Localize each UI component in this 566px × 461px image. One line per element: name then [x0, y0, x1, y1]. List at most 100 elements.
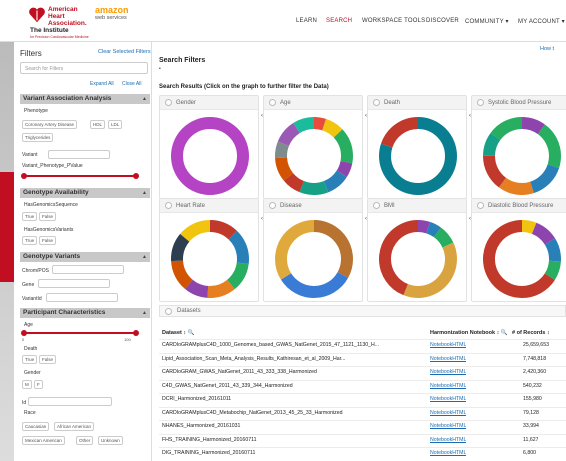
chart-panel-heart-rate[interactable]: Heart Rate ‹	[159, 198, 263, 302]
dataset-name-cell: CARDIoGRAMplusC4D_Metabochip_NatGenet_20…	[162, 409, 343, 416]
col-records-header[interactable]: # of Records ↕	[512, 330, 550, 336]
nav-search[interactable]: SEARCH	[326, 18, 352, 24]
chip-race-caucasian[interactable]: Caucasian	[22, 422, 50, 431]
nav-learn[interactable]: LEARN	[296, 18, 317, 24]
donut-segment[interactable]	[171, 117, 249, 195]
chip-var-true[interactable]: True	[22, 236, 38, 245]
donut-chart[interactable]	[376, 115, 460, 197]
variant-input[interactable]	[48, 150, 110, 159]
clear-selected-filters-link[interactable]: Clear Selected Filters	[98, 49, 151, 55]
table-row[interactable]: Lipid_Association_Scan_Meta_Analysis_Res…	[159, 355, 566, 366]
panel-toggle-icon[interactable]	[269, 99, 276, 106]
col-dataset-header[interactable]: Dataset ↕ 🔍	[162, 330, 195, 336]
donut-chart[interactable]	[168, 218, 252, 300]
notebook-html-link[interactable]: NotebookHTML	[430, 396, 466, 402]
panel-toggle-icon[interactable]	[165, 99, 172, 106]
nav-community[interactable]: COMMUNITY ▾	[465, 18, 509, 25]
panel-toggle-icon[interactable]	[477, 202, 484, 209]
notebook-html-link[interactable]: NotebookHTML	[430, 437, 466, 443]
col-notebook-header[interactable]: Harmonization Notebook ↕ 🔍	[430, 330, 508, 336]
chart-panel-age[interactable]: Age ‹	[263, 95, 367, 199]
age-slider-min-handle[interactable]	[21, 330, 27, 336]
donut-chart[interactable]	[272, 218, 356, 300]
chip-death-false[interactable]: False	[39, 355, 57, 364]
donut-chart[interactable]	[272, 115, 356, 197]
variant-id-input[interactable]	[46, 293, 118, 302]
notebook-html-link[interactable]: NotebookHTML	[430, 369, 466, 375]
nav-discover[interactable]: DISCOVER	[426, 18, 459, 24]
chip-seq-false[interactable]: False	[39, 212, 57, 221]
chart-panel-diastolic-blood-pressure[interactable]: Diastolic Blood Pressure‹	[471, 198, 566, 302]
chip-gender-m[interactable]: M	[22, 380, 32, 389]
notebook-html-link[interactable]: NotebookHTML	[430, 423, 466, 429]
nav-my-account[interactable]: MY ACCOUNT ▾	[518, 18, 565, 25]
chart-title: BMI	[384, 203, 395, 209]
row-divider	[159, 366, 566, 367]
donut-chart[interactable]	[376, 218, 460, 300]
table-row[interactable]: NHANES_Harmonized_20161031 NotebookHTML 33…	[159, 422, 566, 433]
pvalue-slider-max-handle[interactable]	[133, 173, 139, 179]
id-input[interactable]	[28, 397, 112, 406]
section-genotype-availability[interactable]: Genotype Availability ▲	[20, 188, 150, 198]
chart-panel-disease[interactable]: Disease ‹	[263, 198, 367, 302]
gene-input[interactable]	[38, 279, 110, 288]
chip-race-mexican-american[interactable]: Mexican American	[22, 436, 65, 445]
aha-logo-text: American Heart Association.	[48, 6, 87, 27]
table-row[interactable]: CARDIoGRAMplusC4D_1000_Genomes_based_GWA…	[159, 341, 566, 352]
pvalue-slider-min-handle[interactable]	[21, 173, 27, 179]
chart-panel-header: Age	[264, 96, 362, 110]
table-row[interactable]: C4D_GWAS_NatGenet_2011_43_339_344_Harmon…	[159, 382, 566, 393]
donut-chart[interactable]	[480, 115, 564, 197]
panel-toggle-icon[interactable]	[477, 99, 484, 106]
close-all-link[interactable]: Close All	[122, 81, 141, 87]
chip-coronary-artery-disease[interactable]: Coronary Artery Disease	[22, 120, 78, 129]
chip-seq-true[interactable]: True	[22, 212, 38, 221]
datasets-panel-header[interactable]: Datasets	[159, 305, 566, 317]
chip-gender-f[interactable]: F	[34, 380, 43, 389]
notebook-html-link[interactable]: NotebookHTML	[430, 342, 466, 348]
notebook-html-link[interactable]: NotebookHTML	[430, 356, 466, 362]
panel-toggle-icon[interactable]	[165, 202, 172, 209]
notebook-html-link[interactable]: NotebookHTML	[430, 450, 466, 456]
chip-ldl[interactable]: LDL	[108, 120, 123, 129]
section-genotype-variants[interactable]: Genotype Variants ▲	[20, 252, 150, 262]
table-row[interactable]: CARDIoGRAM_GWAS_NatGenet_2011_43_333_338…	[159, 368, 566, 379]
chip-death-true[interactable]: True	[22, 355, 38, 364]
how-to-link[interactable]: How t	[540, 46, 554, 52]
chip-race-unknown[interactable]: Unknown	[98, 436, 123, 445]
notebook-html-link[interactable]: NotebookHTML	[430, 410, 466, 416]
chart-panel-bmi[interactable]: BMI ‹	[367, 198, 471, 302]
age-slider-max-handle[interactable]	[133, 330, 139, 336]
has-genomics-variants-label: HasGenomicsVariants	[24, 227, 74, 233]
chip-race-other[interactable]: Other	[76, 436, 94, 445]
chart-panel-systolic-blood-pressure[interactable]: Systolic Blood Pressure‹	[471, 95, 566, 199]
donut-chart[interactable]	[480, 218, 564, 300]
donut-chart[interactable]	[168, 115, 252, 197]
panel-toggle-icon[interactable]	[373, 99, 380, 106]
row-divider	[159, 352, 566, 354]
chip-hdl[interactable]: HDL	[90, 120, 106, 129]
chip-race-african-american[interactable]: African American	[54, 422, 95, 431]
filter-search-input[interactable]: Search for Filters	[20, 62, 148, 74]
table-row[interactable]: CARDIoGRAMplusC4D_Metabochip_NatGenet_20…	[159, 409, 566, 420]
notebook-html-link[interactable]: NotebookHTML	[430, 383, 466, 389]
chrom-pos-input[interactable]	[52, 265, 124, 274]
table-row[interactable]: FHS_TRAINING_Harmonized_20160711 Notebook…	[159, 436, 566, 447]
chart-panel-death[interactable]: Death ‹	[367, 95, 471, 199]
race-label: Race	[24, 410, 36, 416]
dataset-name-cell: Lipid_Association_Scan_Meta_Analysis_Res…	[162, 355, 346, 362]
institute-label: The Institute	[30, 27, 69, 34]
section-variant-association[interactable]: Variant Association Analysis ▲	[20, 94, 150, 104]
heart-torch-logo-icon	[29, 7, 45, 23]
table-row[interactable]: DIG_TRAINING_Harmonized_20160711 Notebook…	[159, 449, 566, 460]
chart-panel-gender[interactable]: Gender ‹	[159, 95, 263, 199]
expand-all-link[interactable]: Expand All	[90, 81, 114, 87]
section-participant-characteristics[interactable]: Participant Characteristics ▲	[20, 308, 150, 318]
panel-toggle-icon[interactable]	[269, 202, 276, 209]
table-row[interactable]: DCRI_Harmonized_20161011 NotebookHTML 155,…	[159, 395, 566, 406]
nav-workspace-tools[interactable]: WORKSPACE TOOLS	[362, 18, 425, 24]
record-count-cell: 7,748,818	[523, 355, 547, 362]
panel-toggle-icon[interactable]	[373, 202, 380, 209]
chip-triglycerides[interactable]: Triglycerides	[22, 133, 54, 142]
chip-var-false[interactable]: False	[39, 236, 57, 245]
